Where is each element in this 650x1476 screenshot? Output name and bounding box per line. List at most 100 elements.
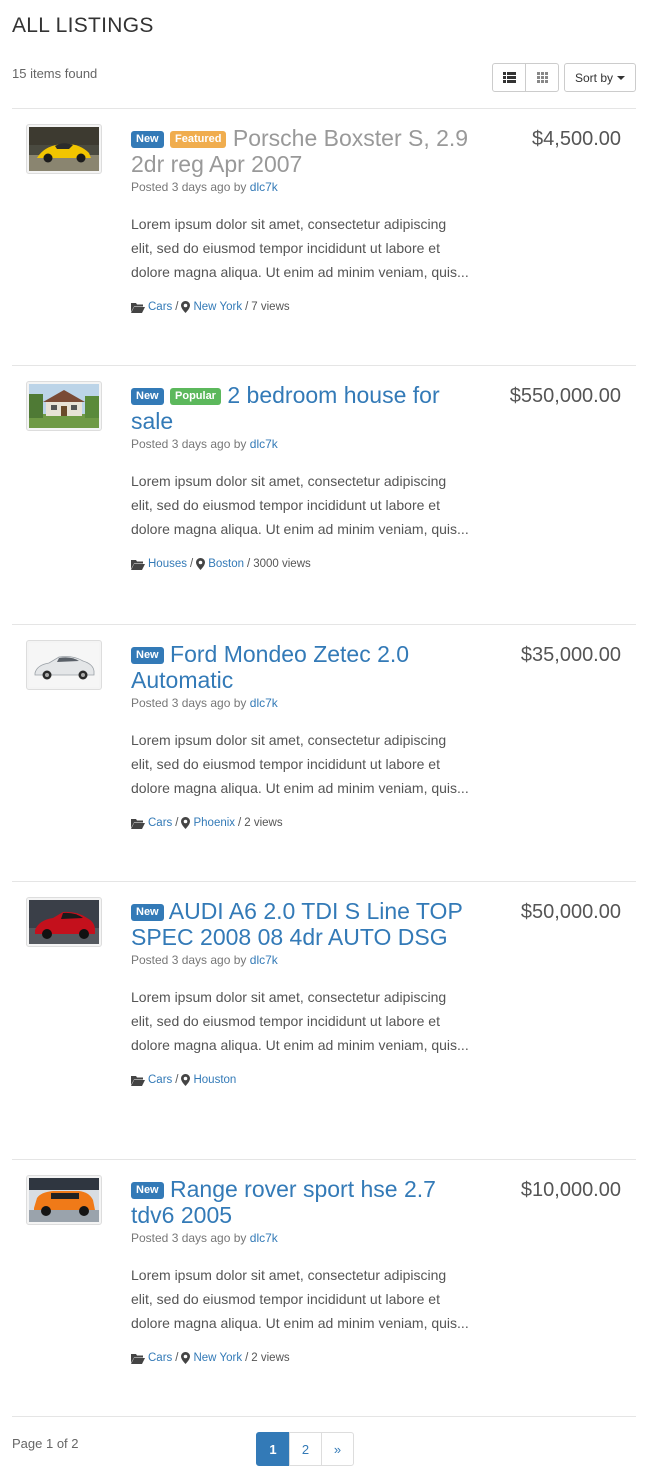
badge-featured: Featured [170, 131, 227, 148]
badge-new: New [131, 647, 164, 664]
location-link[interactable]: New York [193, 301, 242, 313]
posted-info: Posted 3 days ago by dlc7k [131, 952, 471, 968]
divider [12, 1159, 636, 1160]
listing-description: Lorem ipsum dolor sit amet, consectetur … [131, 473, 469, 537]
meta-separator: / [175, 817, 179, 829]
page-title: ALL LISTINGS [12, 14, 154, 37]
listing-title[interactable]: New Range rover sport hse 2.7 tdv6 2005 [131, 1176, 471, 1228]
badge-popular: Popular [170, 388, 221, 405]
listing-price: $10,000.00 [520, 1179, 621, 1201]
yellow-sports-car-image [29, 127, 99, 171]
folder-open-icon [131, 302, 145, 313]
posted-info: Posted 3 days ago by dlc7k [131, 179, 471, 195]
views-count: 3000 views [253, 558, 311, 570]
pagination: 1 2 » [256, 1432, 354, 1466]
badge-new: New [131, 904, 164, 921]
category-link[interactable]: Cars [148, 817, 172, 829]
listing-thumbnail[interactable] [26, 1175, 102, 1225]
house-image [29, 384, 99, 428]
listing-description: Lorem ipsum dolor sit amet, consectetur … [131, 1267, 469, 1331]
listing-title[interactable]: New Ford Mondeo Zetec 2.0 Automatic [131, 641, 471, 693]
list-view-icon [502, 72, 516, 83]
listing-thumbnail[interactable] [26, 897, 102, 947]
author-link[interactable]: dlc7k [250, 1231, 278, 1245]
listing-title-text[interactable]: Range rover sport hse 2.7 tdv6 2005 [131, 1176, 436, 1228]
divider [12, 881, 636, 882]
listing-price: $4,500.00 [532, 128, 621, 150]
divider [12, 365, 636, 366]
category-link[interactable]: Cars [148, 301, 172, 313]
badge-new: New [131, 131, 164, 148]
grid-view-button[interactable] [525, 63, 559, 92]
white-car-image [29, 643, 99, 687]
page-2-button[interactable]: 2 [289, 1432, 322, 1466]
author-link[interactable]: dlc7k [250, 437, 278, 451]
listing-meta: Cars / New York / 7 views [131, 301, 471, 313]
posted-text: Posted 3 days ago by [131, 696, 247, 710]
meta-separator: / [238, 817, 242, 829]
listing-meta: Cars / Houston [131, 1074, 471, 1086]
views-count: 7 views [251, 301, 290, 313]
listing-price: $35,000.00 [520, 644, 621, 666]
listing-title[interactable]: New Popular 2 bedroom house for sale [131, 382, 471, 434]
map-marker-icon [196, 558, 206, 570]
folder-open-icon [131, 559, 145, 570]
divider [12, 1416, 636, 1417]
listing-description: Lorem ipsum dolor sit amet, consectetur … [131, 216, 469, 280]
location-link[interactable]: New York [193, 1352, 242, 1364]
listing-title[interactable]: New AUDI A6 2.0 TDI S Line TOP SPEC 2008… [131, 898, 471, 950]
views-count: 2 views [251, 1352, 290, 1364]
map-marker-icon [181, 1352, 191, 1364]
category-link[interactable]: Cars [148, 1074, 172, 1086]
posted-info: Posted 3 days ago by dlc7k [131, 695, 471, 711]
listing-description: Lorem ipsum dolor sit amet, consectetur … [131, 732, 469, 796]
page-1-button[interactable]: 1 [256, 1432, 290, 1466]
author-link[interactable]: dlc7k [250, 180, 278, 194]
sort-by-label: Sort by [574, 70, 613, 85]
category-link[interactable]: Houses [148, 558, 187, 570]
location-link[interactable]: Houston [193, 1074, 236, 1086]
badge-new: New [131, 1182, 164, 1199]
grid-view-icon [536, 72, 548, 83]
meta-separator: / [247, 558, 251, 570]
listing-title[interactable]: New Featured Porsche Boxster S, 2.9 2dr … [131, 125, 471, 177]
sort-by-dropdown[interactable]: Sort by [564, 63, 636, 92]
page-indicator: Page 1 of 2 [12, 1436, 79, 1451]
category-link[interactable]: Cars [148, 1352, 172, 1364]
posted-info: Posted 3 days ago by dlc7k [131, 1230, 471, 1246]
views-count: 2 views [244, 817, 283, 829]
orange-suv-image [29, 1178, 99, 1222]
meta-separator: / [175, 301, 179, 313]
meta-separator: / [245, 301, 249, 313]
listing-thumbnail[interactable] [26, 124, 102, 174]
listing-thumbnail[interactable] [26, 640, 102, 690]
location-link[interactable]: Phoenix [193, 817, 235, 829]
listing-description: Lorem ipsum dolor sit amet, consectetur … [131, 989, 469, 1053]
listing-title-text[interactable]: Ford Mondeo Zetec 2.0 Automatic [131, 641, 409, 693]
listing-price: $50,000.00 [520, 901, 621, 923]
listing-thumbnail[interactable] [26, 381, 102, 431]
folder-open-icon [131, 1353, 145, 1364]
location-link[interactable]: Boston [208, 558, 244, 570]
folder-open-icon [131, 818, 145, 829]
author-link[interactable]: dlc7k [250, 696, 278, 710]
listing-meta: Cars / Phoenix / 2 views [131, 817, 471, 829]
divider [12, 108, 636, 109]
map-marker-icon [181, 301, 191, 313]
author-link[interactable]: dlc7k [250, 953, 278, 967]
meta-separator: / [245, 1352, 249, 1364]
posted-text: Posted 3 days ago by [131, 953, 247, 967]
posted-text: Posted 3 days ago by [131, 180, 247, 194]
listing-meta: Houses / Boston / 3000 views [131, 558, 471, 570]
posted-text: Posted 3 days ago by [131, 1231, 247, 1245]
meta-separator: / [175, 1352, 179, 1364]
red-car-image [29, 900, 99, 944]
list-view-button[interactable] [492, 63, 526, 92]
posted-info: Posted 3 days ago by dlc7k [131, 436, 471, 452]
listing-title-text[interactable]: AUDI A6 2.0 TDI S Line TOP SPEC 2008 08 … [131, 898, 462, 950]
listing-price: $550,000.00 [509, 385, 621, 407]
folder-open-icon [131, 1075, 145, 1086]
listing-meta: Cars / New York / 2 views [131, 1352, 471, 1364]
next-page-button[interactable]: » [321, 1432, 354, 1466]
items-found-count: 15 items found [12, 66, 98, 81]
